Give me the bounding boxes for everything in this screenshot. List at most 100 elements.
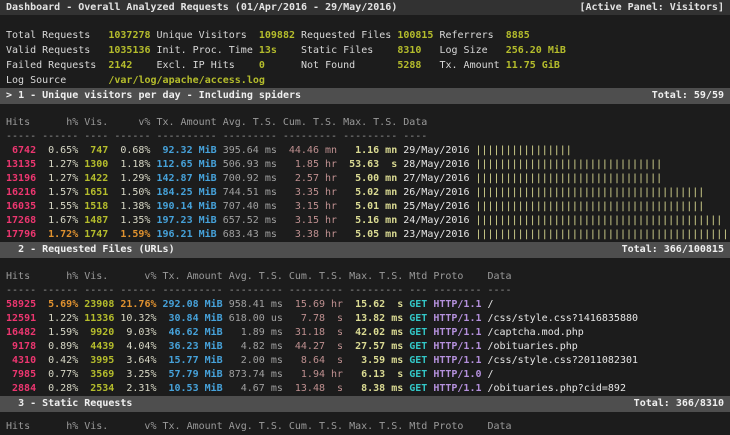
cell-max: 5.02 mn (343, 186, 397, 200)
cell-tx: 30.84 MiB (162, 312, 222, 326)
cell-hits: 58925 (6, 298, 36, 312)
panel-header-bar-3[interactable]: 3 - Static RequestsTotal: 366/8310 (0, 396, 730, 412)
column-header-hits: Hits (6, 270, 36, 284)
cell-bars: ||||||||||||||||||||||||||||||| (475, 172, 662, 186)
cell-vis: 2534 (84, 382, 114, 396)
table-row[interactable]: 131961.27%14221.29%142.87 MiB700.92 ms2.… (0, 172, 730, 186)
summary-label: Excl. IP Hits (157, 58, 259, 73)
cell-date: 28/May/2016 (403, 158, 469, 172)
panel-header-bar-2[interactable]: 2 - Requested Files (URLs)Total: 366/100… (0, 242, 730, 258)
table-row[interactable]: 162161.57%16511.50%184.25 MiB744.51 ms3.… (0, 186, 730, 200)
column-header-hits: Hits (6, 420, 36, 434)
cell-avg: 958.41 ms (229, 298, 283, 312)
column-underline-row: ----------------------------------------… (0, 130, 730, 144)
cell-tx: 142.87 MiB (156, 172, 216, 186)
cell-tx: 190.14 MiB (156, 200, 216, 214)
summary-label: Total Requests (6, 28, 108, 43)
cell-hits: 4310 (6, 354, 36, 368)
cell-hpct: 0.77% (42, 368, 78, 382)
panel-title: 3 - Static Requests (18, 396, 132, 412)
cell-max: 8.38 ms (349, 382, 403, 396)
table-row[interactable]: 164821.59%99209.03%46.62 MiB1.89 ms31.18… (0, 326, 730, 340)
table-row[interactable]: 589255.69%2390821.76%292.08 MiB958.41 ms… (0, 298, 730, 312)
cell-cum: 3.15 hr (283, 214, 337, 228)
column-header-avg: Avg. T.S. (223, 116, 277, 130)
panel-header-bar-1[interactable]: > 1 - Unique visitors per day - Includin… (0, 88, 730, 104)
cell-avg: 395.64 ms (223, 144, 277, 158)
column-header-data: Data (488, 420, 512, 434)
cell-vis: 1487 (84, 214, 108, 228)
page-title: Dashboard - Overall Analyzed Requests (0… (6, 0, 397, 15)
column-dashes-proto: -------- (433, 284, 481, 298)
cell-max: 53.63 s (343, 158, 397, 172)
table-row[interactable]: 43100.42%39953.64%15.77 MiB2.00 ms8.64 s… (0, 354, 730, 368)
cell-proto: HTTP/1.1 (433, 312, 481, 326)
cell-mtd: GET (409, 354, 427, 368)
cell-max: 42.02 ms (349, 326, 403, 340)
cell-avg: 707.40 ms (223, 200, 277, 214)
summary-value: 100815 (397, 28, 439, 43)
spacer (0, 104, 730, 116)
column-dashes-max: --------- (343, 130, 397, 144)
cell-cum: 1.85 hr (283, 158, 337, 172)
cell-data: /captcha.mod.php (488, 326, 584, 340)
cell-vis: 3995 (84, 354, 114, 368)
goaccess-dashboard: Dashboard - Overall Analyzed Requests (0… (0, 0, 730, 435)
cell-date: 25/May/2016 (403, 200, 469, 214)
cell-hits: 17796 (6, 228, 36, 242)
cell-tx: 196.21 MiB (156, 228, 216, 242)
spacer (132, 396, 633, 412)
cell-hpct: 1.72% (42, 228, 78, 242)
summary-value: 256.20 MiB (506, 43, 578, 58)
column-header-mtd: Mtd (409, 420, 427, 434)
cell-vpct: 1.50% (114, 186, 150, 200)
cell-hpct: 0.28% (42, 382, 78, 396)
cell-hpct: 0.42% (42, 354, 78, 368)
cell-vis: 1651 (84, 186, 108, 200)
cell-mtd: GET (409, 326, 427, 340)
cell-cum: 44.27 s (289, 340, 343, 354)
column-dashes-hpct: ------ (42, 284, 78, 298)
summary-row: Failed Requests2142Excl. IP Hits0Not Fou… (0, 58, 730, 73)
table-row[interactable]: 28840.28%25342.31%10.53 MiB4.67 ms13.48 … (0, 382, 730, 396)
column-dashes-vis: ---- (84, 130, 108, 144)
cell-vpct: 4.04% (120, 340, 156, 354)
column-dashes-hpct: ------ (42, 130, 78, 144)
cell-proto: HTTP/1.1 (433, 354, 481, 368)
table-row[interactable]: 125911.22%1133610.32%30.84 MiB618.00 us7… (0, 312, 730, 326)
table-row[interactable]: 67420.65%7470.68%92.32 MiB395.64 ms44.46… (0, 144, 730, 158)
cell-tx: 92.32 MiB (156, 144, 216, 158)
cell-mtd: GET (409, 298, 427, 312)
cell-avg: 1.89 ms (229, 326, 283, 340)
active-panel-indicator: [Active Panel: Visitors] (579, 0, 724, 15)
cell-tx: 46.62 MiB (162, 326, 222, 340)
column-dashes-date: ---- (403, 130, 469, 144)
cell-avg: 700.92 ms (223, 172, 277, 186)
summary-row: Log Source/var/log/apache/access.log (0, 73, 730, 88)
summary-value: 13s (259, 43, 301, 58)
table-row[interactable]: 91780.89%44394.04%36.23 MiB4.82 ms44.27 … (0, 340, 730, 354)
column-header-cum: Cum. T.S. (289, 420, 343, 434)
table-row[interactable]: 177961.72%17471.59%196.21 MiB683.43 ms3.… (0, 228, 730, 242)
column-header-max: Max. T.S. (349, 270, 403, 284)
cell-bars: |||||||||||||||| (475, 144, 571, 158)
cell-vpct: 1.29% (114, 172, 150, 186)
column-dashes-data: ---- (488, 284, 512, 298)
summary-value: 11.75 GiB (506, 58, 578, 73)
column-header-proto: Proto (433, 270, 481, 284)
table-row[interactable]: 79850.77%35693.25%57.79 MiB873.74 ms1.94… (0, 368, 730, 382)
cell-avg: 618.00 us (229, 312, 283, 326)
table-row[interactable]: 160351.55%15181.38%190.14 MiB707.40 ms3.… (0, 200, 730, 214)
column-header-vis: Vis. (84, 270, 114, 284)
table-row[interactable]: 131351.27%13001.18%112.65 MiB506.93 ms1.… (0, 158, 730, 172)
cell-max: 27.57 ms (349, 340, 403, 354)
table-row[interactable]: 172681.67%14871.35%197.23 MiB657.52 ms3.… (0, 214, 730, 228)
cell-vis: 11336 (84, 312, 114, 326)
column-header-hits: Hits (6, 116, 36, 130)
cell-vis: 3569 (84, 368, 114, 382)
summary-label: Valid Requests (6, 43, 108, 58)
cell-cum: 13.48 s (289, 382, 343, 396)
cell-cum: 1.94 hr (289, 368, 343, 382)
cell-max: 3.59 ms (349, 354, 403, 368)
summary-label: Init. Proc. Time (157, 43, 259, 58)
